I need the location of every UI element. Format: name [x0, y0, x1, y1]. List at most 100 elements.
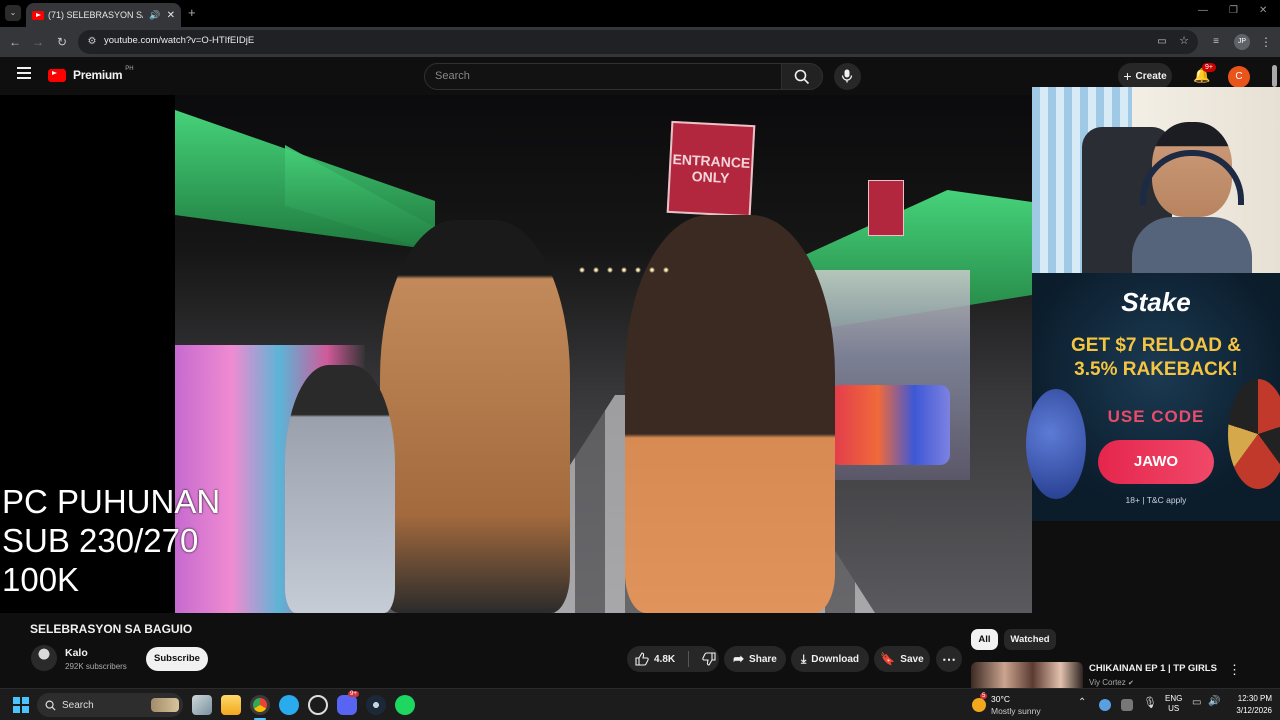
save-icon: 🔖 — [880, 652, 896, 666]
like-button[interactable]: 4.8K — [635, 652, 675, 666]
browser-tab-youtube[interactable]: (71) SELEBRASYON SA BAGUIO 🔊 ✕ — [26, 3, 181, 27]
profile-avatar[interactable]: JP — [1234, 34, 1250, 50]
like-divider — [688, 651, 690, 667]
download-button[interactable]: ⤓ Download — [791, 646, 869, 672]
reading-list-icon[interactable]: ≡ — [1208, 35, 1224, 49]
clock[interactable]: 12:30 PM 3/12/2026 — [1226, 693, 1272, 717]
new-tab-icon[interactable]: + — [188, 5, 196, 20]
taskbar-search-box[interactable]: Search — [37, 693, 183, 717]
next-video-title[interactable]: CHIKAINAN EP 1 | TP GIRLS — [1089, 663, 1217, 674]
plus-icon: + — [1123, 68, 1132, 84]
tab-title: (71) SELEBRASYON SA BAGUIO — [48, 10, 143, 20]
download-label: Download — [811, 653, 860, 665]
share-icon: ➦ — [733, 651, 745, 666]
microphone-tray-icon[interactable]: 🎙 — [1143, 696, 1157, 709]
telegram-icon[interactable] — [279, 695, 299, 715]
stake-advertisement[interactable]: Stake GET $7 RELOAD & 3.5% RAKEBACK! USE… — [1026, 273, 1280, 521]
stream-overlay-text: PC PUHUNAN SUB 230/270 100K — [2, 482, 220, 599]
share-button[interactable]: ➦ Share — [724, 646, 786, 672]
tab-list-dropdown-button[interactable]: ⌄ — [5, 5, 21, 21]
cast-icon[interactable]: ▭ — [1154, 35, 1170, 49]
video-player[interactable]: ENTRANCE ONLY PC PUHUNAN SUB 230/270 100… — [0, 95, 1032, 613]
close-tab-icon[interactable]: ✕ — [167, 10, 175, 21]
spotify-icon[interactable] — [395, 695, 415, 715]
account-avatar[interactable]: C — [1228, 66, 1250, 88]
search-icon — [794, 69, 810, 85]
verified-icon: ✔ — [1128, 680, 1134, 687]
overlay-line-2: SUB 230/270 — [2, 522, 199, 559]
search-input[interactable]: Search — [424, 63, 782, 90]
browser-menu-icon[interactable]: ⋮ — [1258, 35, 1274, 49]
weather-temp: 30°C — [991, 694, 1010, 704]
weather-desc: Mostly sunny — [991, 706, 1041, 716]
show-hidden-icons[interactable]: ⌃ — [1078, 697, 1086, 708]
tray-app-icon-1[interactable] — [1099, 699, 1111, 711]
chip-all[interactable]: All — [971, 629, 998, 650]
tray-app-icon-2[interactable] — [1121, 699, 1133, 711]
speaker-icon[interactable]: 🔊 — [149, 10, 160, 21]
share-label: Share — [749, 653, 777, 665]
language-indicator[interactable]: ENG US — [1165, 694, 1182, 714]
volume-icon[interactable]: 🔊 — [1208, 696, 1220, 707]
site-info-icon[interactable]: ⚙ — [84, 35, 100, 49]
next-video-channel-name: Viy Cortez — [1089, 678, 1126, 687]
ad-headline-1: GET $7 RELOAD & — [1071, 335, 1241, 356]
minimize-window-icon[interactable]: — — [1198, 5, 1208, 16]
clock-date: 3/12/2026 — [1236, 706, 1272, 715]
chip-watched[interactable]: Watched — [1004, 629, 1056, 650]
like-count: 4.8K — [654, 653, 676, 665]
clock-time: 12:30 PM — [1237, 694, 1272, 703]
channel-avatar[interactable] — [31, 645, 57, 671]
address-bar[interactable]: ⚙ youtube.com/watch?v=O-HTIfEIDjE ▭ ☆ — [78, 30, 1198, 54]
close-window-icon[interactable]: ✕ — [1259, 5, 1267, 16]
voice-search-button[interactable] — [834, 63, 861, 90]
file-explorer-icon[interactable] — [221, 695, 241, 715]
entrance-sign: ENTRANCE ONLY — [666, 120, 756, 218]
subscribe-button[interactable]: Subscribe — [146, 647, 208, 671]
chatgpt-icon[interactable] — [308, 695, 328, 715]
keyboard-region: US — [1168, 704, 1180, 713]
network-icon[interactable]: ▭ — [1192, 697, 1201, 708]
thumbs-down-icon[interactable] — [702, 652, 716, 666]
overlay-line-3: 100K — [2, 561, 80, 598]
url-text[interactable]: youtube.com/watch?v=O-HTIfEIDjE — [104, 35, 254, 46]
save-button[interactable]: 🔖 Save — [874, 646, 930, 672]
channel-name[interactable]: Kalo — [65, 647, 88, 659]
weather-widget[interactable]: 5 30°C Mostly sunny — [970, 692, 1070, 718]
chrome-icon[interactable] — [250, 695, 270, 715]
forward-arrow-icon[interactable]: → — [30, 35, 46, 49]
colorful-bags — [830, 385, 950, 465]
download-icon: ⤓ — [800, 651, 807, 666]
weather-badge: 5 — [980, 693, 988, 699]
next-video-thumbnail[interactable] — [971, 662, 1083, 688]
bookmark-star-icon[interactable]: ☆ — [1176, 34, 1192, 48]
microphone-icon — [841, 69, 853, 83]
street-lights — [575, 265, 675, 275]
region-label: PH — [125, 66, 134, 72]
page-scrollbar[interactable] — [1272, 65, 1277, 87]
ad-code-button[interactable]: JAWO — [1098, 440, 1214, 484]
discord-badge: 9+ — [348, 691, 359, 697]
more-actions-button[interactable]: ⋯ — [936, 646, 962, 672]
next-video-menu-icon[interactable]: ⋮ — [1228, 662, 1241, 678]
youtube-logo[interactable]: Premium PH — [48, 66, 134, 82]
windows-start-icon[interactable] — [13, 697, 29, 713]
like-dislike-group: 4.8K — [627, 646, 719, 672]
notifications-button[interactable]: 🔔 9+ — [1193, 63, 1216, 85]
search-highlight-icon — [151, 698, 179, 712]
steam-icon[interactable] — [366, 695, 386, 715]
discord-icon[interactable]: 9+ — [337, 691, 359, 715]
back-arrow-icon[interactable]: ← — [7, 35, 23, 49]
maximize-window-icon[interactable]: ❐ — [1229, 5, 1238, 16]
streamer — [1132, 122, 1252, 273]
create-label: Create — [1135, 70, 1167, 82]
task-view-icon[interactable] — [192, 695, 212, 715]
search-button[interactable] — [781, 63, 823, 90]
taskbar-search-icon — [45, 700, 56, 711]
create-button[interactable]: + Create — [1118, 63, 1172, 89]
reload-icon[interactable]: ↻ — [54, 35, 70, 49]
next-video-channel[interactable]: Viy Cortez ✔ — [1089, 678, 1134, 687]
hamburger-menu-icon[interactable] — [17, 67, 31, 79]
video-frame[interactable]: ENTRANCE ONLY — [175, 95, 1032, 613]
premium-label: Premium — [73, 68, 123, 82]
